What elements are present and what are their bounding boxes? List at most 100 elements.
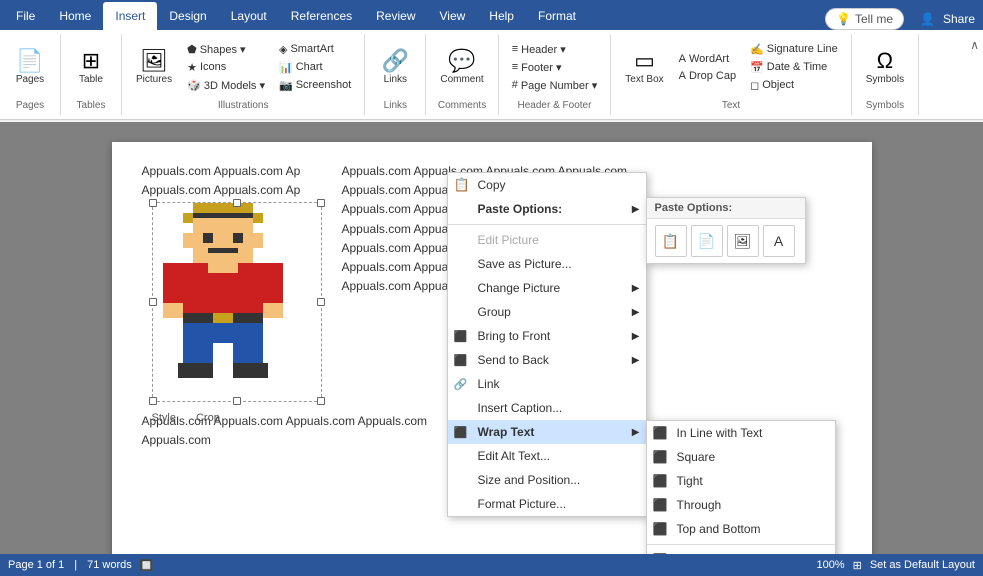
top-bottom-icon: ⬛ <box>653 522 668 536</box>
sub-behind-text[interactable]: ⬛ Behind Text <box>647 548 835 554</box>
ctx-change-picture[interactable]: Change Picture ▶ <box>448 276 646 300</box>
ctx-save-as-picture-label: Save as Picture... <box>478 257 572 271</box>
3d-models-button[interactable]: 🎲 3D Models ▾ <box>182 77 270 94</box>
pictures-button[interactable]: 🖼 Pictures <box>130 47 178 88</box>
smartart-button[interactable]: ◈ SmartArt <box>274 41 356 58</box>
tell-me-box[interactable]: 💡 Tell me <box>825 8 904 30</box>
handle-tm[interactable] <box>233 199 241 207</box>
sub-top-bottom[interactable]: ⬛ Top and Bottom <box>647 517 835 541</box>
shapes-icon: ⬟ <box>187 43 197 56</box>
ctx-copy-label: Copy <box>478 178 506 192</box>
pages-button[interactable]: 📄 Pages <box>8 47 52 88</box>
handle-mr[interactable] <box>317 298 325 306</box>
symbols-button[interactable]: Ω Symbols <box>860 47 910 88</box>
object-button[interactable]: ◻ Object <box>745 77 843 94</box>
collapse-ribbon-icon[interactable]: ∧ <box>970 38 979 52</box>
paste-options-submenu: Paste Options: 📋 📄 🖼 A <box>646 197 806 264</box>
ctx-send-to-back-label: Send to Back <box>478 353 549 367</box>
tab-insert[interactable]: Insert <box>103 2 157 30</box>
tell-me-label: Tell me <box>855 12 893 26</box>
ctx-format-picture-label: Format Picture... <box>478 497 567 511</box>
sub-square[interactable]: ⬛ Square <box>647 445 835 469</box>
paste-arrow: ▶ <box>632 204 640 215</box>
ctx-bring-to-front-label: Bring to Front <box>478 329 551 343</box>
screenshot-button[interactable]: 📷 Screenshot <box>274 77 356 94</box>
image-container[interactable] <box>152 202 322 402</box>
comment-icon: 💬 <box>448 50 475 72</box>
handle-br[interactable] <box>317 397 325 405</box>
textbox-button[interactable]: ▭ Text Box <box>619 47 669 88</box>
paste-picture[interactable]: 🖼 <box>727 225 759 257</box>
tab-home[interactable]: Home <box>47 2 103 30</box>
header-button[interactable]: ≡ Header ▾ <box>507 41 603 58</box>
table-icon: ⊞ <box>82 50 100 72</box>
ctx-copy[interactable]: 📋 Copy <box>448 173 646 197</box>
paste-text-only[interactable]: A <box>763 225 795 257</box>
paste-icons-row: 📋 📄 🖼 A <box>647 219 805 263</box>
accessibility-icon[interactable]: 🔲 <box>140 559 154 572</box>
ctx-size-position-label: Size and Position... <box>478 473 581 487</box>
datetime-button[interactable]: 📅 Date & Time <box>745 59 843 76</box>
handle-tr[interactable] <box>317 199 325 207</box>
signature-button[interactable]: ✍ Signature Line <box>745 41 843 58</box>
tab-file[interactable]: File <box>4 2 47 30</box>
chart-icon: 📊 <box>279 61 293 74</box>
links-button[interactable]: 🔗 Links <box>373 47 417 88</box>
ctx-insert-caption[interactable]: Insert Caption... <box>448 396 646 420</box>
sub-inline[interactable]: ⬛ In Line with Text <box>647 421 835 445</box>
sep-1 <box>448 224 646 225</box>
crop-label: Crop <box>196 412 220 424</box>
handle-bm[interactable] <box>233 397 241 405</box>
dropcap-button[interactable]: A Drop Cap <box>674 68 741 84</box>
ctx-save-as-picture[interactable]: Save as Picture... <box>448 252 646 276</box>
tab-layout[interactable]: Layout <box>219 2 279 30</box>
tab-help[interactable]: Help <box>477 2 526 30</box>
group-arrow: ▶ <box>632 307 640 318</box>
chart-button[interactable]: 📊 Chart <box>274 59 356 76</box>
handle-tl[interactable] <box>149 199 157 207</box>
wordart-button[interactable]: A WordArt <box>674 51 741 67</box>
lightbulb-icon: 💡 <box>836 12 851 26</box>
paste-merge[interactable]: 📄 <box>691 225 723 257</box>
word-count: 71 words <box>87 559 132 571</box>
ctx-edit-picture: Edit Picture <box>448 228 646 252</box>
tab-view[interactable]: View <box>428 2 478 30</box>
tab-references[interactable]: References <box>279 2 364 30</box>
handle-bl[interactable] <box>149 397 157 405</box>
sub-through[interactable]: ⬛ Through <box>647 493 835 517</box>
footer-button[interactable]: ≡ Footer ▾ <box>507 59 603 76</box>
ctx-size-position[interactable]: Size and Position... <box>448 468 646 492</box>
table-button[interactable]: ⊞ Table <box>69 47 113 88</box>
layout-icon[interactable]: ⊞ <box>853 559 862 572</box>
ctx-format-picture[interactable]: Format Picture... <box>448 492 646 516</box>
shapes-button[interactable]: ⬟ Shapes ▾ <box>182 41 270 58</box>
set-default-layout[interactable]: Set as Default Layout <box>870 559 975 571</box>
page-number-button[interactable]: # Page Number ▾ <box>507 77 603 94</box>
ctx-link[interactable]: 🔗 Link <box>448 372 646 396</box>
symbols-label: Symbols <box>866 74 904 85</box>
ctx-send-to-back[interactable]: ⬛ Send to Back ▶ <box>448 348 646 372</box>
paste-keep-source[interactable]: 📋 <box>655 225 687 257</box>
ribbon: File Home Insert Design Layout Reference… <box>0 0 983 30</box>
tab-format[interactable]: Format <box>526 2 588 30</box>
share-label[interactable]: Share <box>943 12 975 26</box>
tab-design[interactable]: Design <box>157 2 218 30</box>
tab-review[interactable]: Review <box>364 2 427 30</box>
ctx-edit-alt-text-label: Edit Alt Text... <box>478 449 550 463</box>
pictures-label: Pictures <box>136 74 172 85</box>
change-picture-arrow: ▶ <box>632 283 640 294</box>
icons-button[interactable]: ★ Icons <box>182 59 270 76</box>
comment-button[interactable]: 💬 Comment <box>434 47 489 88</box>
zoom-percentage: 100% <box>816 559 844 571</box>
ctx-group[interactable]: Group ▶ <box>448 300 646 324</box>
handle-ml[interactable] <box>149 298 157 306</box>
ctx-group-label: Group <box>478 305 511 319</box>
sub-tight[interactable]: ⬛ Tight <box>647 469 835 493</box>
textbox-label: Text Box <box>625 74 663 85</box>
behind-text-icon: ⬛ <box>653 553 668 554</box>
ctx-wrap-text[interactable]: ⬛ Wrap Text ▶ ⬛ In Line with Text ⬛ Squa… <box>448 420 646 444</box>
ctx-edit-alt-text[interactable]: Edit Alt Text... <box>448 444 646 468</box>
ctx-paste-options[interactable]: Paste Options: ▶ Paste Options: 📋 📄 🖼 A <box>448 197 646 221</box>
wrap-text-submenu: ⬛ In Line with Text ⬛ Square ⬛ Tight ⬛ T… <box>646 420 836 554</box>
ctx-bring-to-front[interactable]: ⬛ Bring to Front ▶ <box>448 324 646 348</box>
